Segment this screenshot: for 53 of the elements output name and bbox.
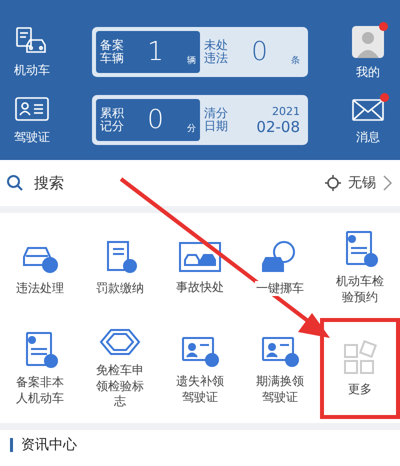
service-label: 遗失补领驾驶证 xyxy=(174,374,226,406)
service-label: 事故快处 xyxy=(174,280,226,296)
header-shortcut[interactable]: 机动车 xyxy=(14,26,50,79)
shortcut-label: 机动车 xyxy=(14,62,50,79)
stat-unit: 分 xyxy=(187,122,196,136)
stat-label: 清分日期 xyxy=(204,106,228,134)
search-field[interactable]: 搜索 xyxy=(32,173,116,193)
stat-label: 未处违法 xyxy=(204,38,228,66)
stat-value: 0 xyxy=(146,105,165,135)
car-document-icon xyxy=(15,26,49,56)
mail-icon xyxy=(351,97,385,123)
service-item[interactable]: 事故快处 xyxy=(160,217,240,318)
service-label: 罚款缴纳 xyxy=(94,280,146,296)
service-label: 一键挪车 xyxy=(254,280,306,296)
service-label: 机动车检验预约 xyxy=(334,274,386,306)
chevron-right-icon xyxy=(383,175,392,191)
stat-label: 备案车辆 xyxy=(100,38,124,66)
stat-label: 累积记分 xyxy=(100,106,124,134)
cars-collision-icon xyxy=(178,240,222,274)
shortcut-label: 我的 xyxy=(356,64,380,81)
service-label: 期满换领驾驶证 xyxy=(254,374,306,406)
service-label: 违法处理 xyxy=(14,280,66,296)
id-card-icon xyxy=(14,95,50,123)
header-shortcut[interactable]: 驾驶证 xyxy=(14,95,50,146)
locate-icon xyxy=(325,175,341,191)
service-item[interactable]: 遗失补领驾驶证 xyxy=(160,318,240,419)
header-shortcut[interactable]: 消息 xyxy=(351,97,385,146)
stat-value: 1 xyxy=(146,37,165,67)
service-item[interactable]: 备案非本人机动车 xyxy=(0,318,80,419)
service-item[interactable]: 罚款缴纳 xyxy=(80,217,160,318)
news-header[interactable]: 资讯中心 xyxy=(0,430,400,460)
stat-unit: 辆 xyxy=(187,54,196,68)
shortcut-label: 消息 xyxy=(356,129,380,146)
service-item[interactable]: 免检车申领检验标志 xyxy=(80,318,160,419)
search-icon xyxy=(6,174,24,192)
stat-card[interactable]: 累积记分 0 分 清分日期 2021 02-08 xyxy=(92,95,308,145)
city-selector[interactable]: 无锡 xyxy=(325,174,392,192)
date-year: 2021 xyxy=(272,104,300,118)
service-item[interactable]: 更多 xyxy=(320,318,400,419)
grid-icon xyxy=(342,340,378,376)
service-item[interactable]: 期满换领驾驶证 xyxy=(240,318,320,419)
service-item[interactable]: 违法处理 xyxy=(0,217,80,318)
stat-unit: 条 xyxy=(291,54,300,68)
shortcut-label: 驾驶证 xyxy=(14,129,50,146)
header-shortcut[interactable]: 我的 xyxy=(352,26,384,81)
service-item[interactable]: 一键挪车 xyxy=(240,217,320,318)
avatar-icon xyxy=(352,26,384,58)
stat-card[interactable]: 备案车辆 1 辆 未处违法 0 条 xyxy=(92,27,308,77)
service-item[interactable]: 机动车检验预约 xyxy=(320,217,400,318)
stat-value: 0 xyxy=(250,37,269,67)
date-value: 02-08 xyxy=(256,118,300,136)
diamond-tag-icon xyxy=(98,327,142,358)
service-label: 备案非本人机动车 xyxy=(14,374,66,406)
